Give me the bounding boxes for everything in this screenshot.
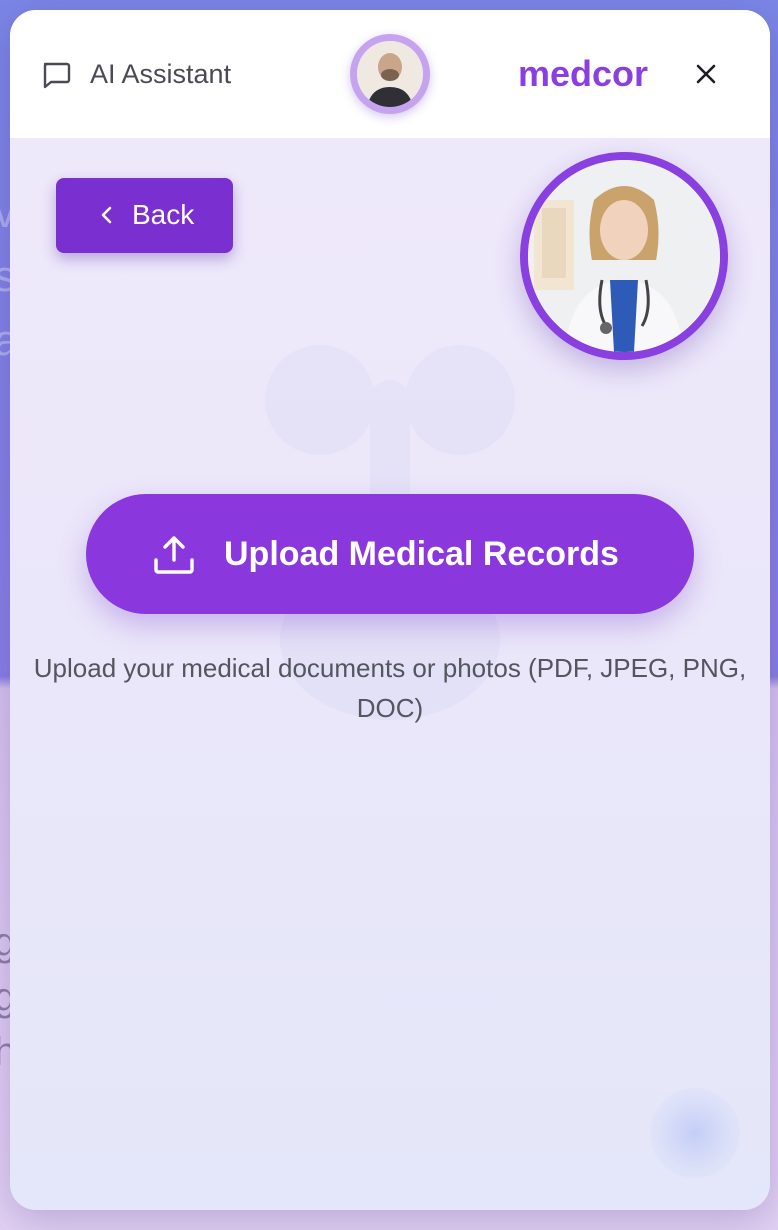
panel-header: AI Assistant medcor (10, 10, 770, 138)
ai-assistant-panel: AI Assistant medcor Back Upload Medical … (10, 10, 770, 1210)
close-icon[interactable] (690, 58, 722, 90)
back-button[interactable]: Back (56, 178, 233, 253)
user-avatar[interactable] (350, 34, 430, 114)
chat-bubble-icon (43, 62, 71, 89)
floating-action-hint (650, 1088, 740, 1178)
back-button-label: Back (132, 199, 195, 230)
brand-logo: medcor (518, 53, 649, 94)
upload-button-label: Upload Medical Records (224, 535, 619, 573)
assistant-title: AI Assistant (90, 59, 232, 89)
user-photo (357, 41, 423, 107)
chevron-left-icon (101, 206, 112, 224)
doctor-avatar (520, 152, 728, 360)
upload-medical-records-button[interactable]: Upload Medical Records (86, 494, 694, 614)
upload-icon (154, 536, 194, 574)
upload-help-text: Upload your medical documents or photos … (33, 653, 747, 723)
